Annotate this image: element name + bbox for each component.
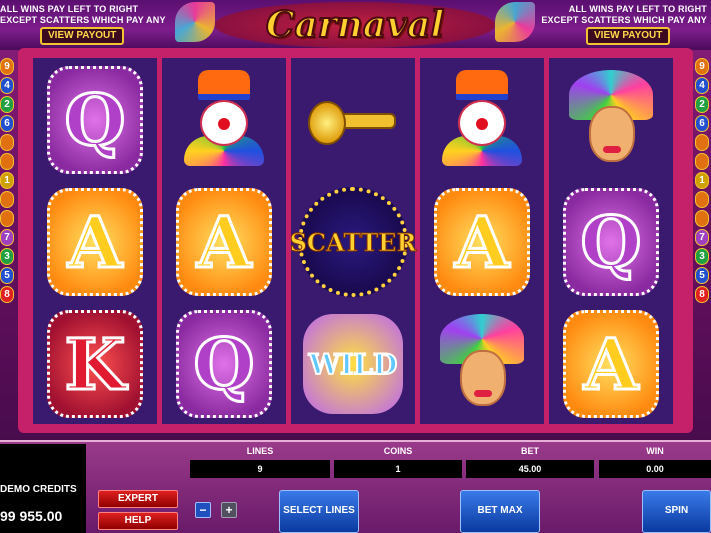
clown-icon <box>176 70 272 170</box>
pay-rules-right: ALL WINS PAY LEFT TO RIGHT EXCEPT SCATTE… <box>541 4 707 26</box>
reel-3: SCATTER WILD <box>289 58 417 424</box>
pay-rules-left-line1: ALL WINS PAY LEFT TO RIGHT <box>0 4 139 14</box>
feather-decoration-left <box>175 2 215 42</box>
symbol-q: Q <box>553 184 669 300</box>
symbol-a: A <box>424 184 540 300</box>
bet-value: 45.00 <box>466 460 594 478</box>
line-indicator-left-10[interactable]: 7 <box>0 229 14 246</box>
trumpet-icon <box>308 85 398 155</box>
expert-button[interactable]: EXPERT <box>98 490 178 508</box>
symbol-letter-k: K <box>47 310 143 418</box>
line-indicator-right-10[interactable]: 7 <box>695 229 709 246</box>
symbol-scatter: SCATTER <box>289 184 417 300</box>
decrease-coins-button[interactable]: − <box>195 502 211 518</box>
symbol-letter-a: A <box>563 310 659 418</box>
symbol-trumpet <box>295 62 411 178</box>
line-indicators-right: 9 4 2 6 1 7 3 5 8 <box>695 58 711 423</box>
line-indicator-left-11[interactable]: 3 <box>0 248 14 265</box>
symbol-letter-a: A <box>434 188 530 296</box>
line-indicator-left-7[interactable]: 1 <box>0 172 14 189</box>
carnival-dancer-icon <box>563 70 659 170</box>
bet-label: BET <box>521 446 539 456</box>
symbol-wild: WILD <box>295 306 411 422</box>
lines-value: 9 <box>190 460 330 478</box>
reel-5: QA <box>549 58 673 424</box>
win-label: WIN <box>646 446 664 456</box>
increase-coins-button[interactable]: + <box>221 502 237 518</box>
line-indicator-right-8[interactable] <box>695 191 709 208</box>
symbol-letter-q: Q <box>47 66 143 174</box>
symbol-q: Q <box>166 306 282 422</box>
coins-label: COINS <box>383 446 413 456</box>
symbol-clown <box>166 62 282 178</box>
feather-decoration-right <box>495 2 535 42</box>
select-lines-button[interactable]: SELECT LINES <box>279 490 359 533</box>
game-logo-text: Carnaval <box>215 2 495 48</box>
line-indicator-left-13[interactable]: 8 <box>0 286 14 303</box>
line-indicator-right-6[interactable] <box>695 153 709 170</box>
line-indicator-left-5[interactable] <box>0 134 14 151</box>
symbol-dancer <box>424 306 540 422</box>
line-indicator-left-12[interactable]: 5 <box>0 267 14 284</box>
scatter-label: SCATTER <box>289 187 417 297</box>
view-payout-button-left[interactable]: VIEW PAYOUT <box>40 27 125 45</box>
line-indicator-left-3[interactable]: 2 <box>0 96 14 113</box>
pay-rules-left-line2: EXCEPT SCATTERS WHICH PAY ANY <box>0 15 166 25</box>
clown-icon <box>434 70 530 170</box>
reel-2: AQ <box>162 58 286 424</box>
symbol-a: A <box>553 306 669 422</box>
credits-value: 99 955.00 <box>0 508 63 524</box>
symbol-a: A <box>37 184 153 300</box>
symbol-clown <box>424 62 540 178</box>
line-indicator-right-3[interactable]: 2 <box>695 96 709 113</box>
help-button[interactable]: HELP <box>98 512 178 530</box>
slot-game: ALL WINS PAY LEFT TO RIGHT EXCEPT SCATTE… <box>0 0 711 533</box>
line-indicator-left-9[interactable] <box>0 210 14 227</box>
symbol-letter-a: A <box>47 188 143 296</box>
lines-label: LINES <box>246 446 274 456</box>
line-indicator-right-4[interactable]: 6 <box>695 115 709 132</box>
line-indicator-right-7[interactable]: 1 <box>695 172 709 189</box>
line-indicator-left-1[interactable]: 9 <box>0 58 14 75</box>
bet-max-button[interactable]: BET MAX <box>460 490 540 533</box>
symbol-a: A <box>166 184 282 300</box>
symbol-letter-a: A <box>176 188 272 296</box>
line-indicator-right-11[interactable]: 3 <box>695 248 709 265</box>
coins-value: 1 <box>334 460 462 478</box>
line-indicator-right-1[interactable]: 9 <box>695 58 709 75</box>
line-indicator-left-8[interactable] <box>0 191 14 208</box>
symbol-letter-q: Q <box>176 310 272 418</box>
line-indicator-right-12[interactable]: 5 <box>695 267 709 284</box>
win-value: 0.00 <box>599 460 711 478</box>
pay-rules-left: ALL WINS PAY LEFT TO RIGHT EXCEPT SCATTE… <box>0 4 166 26</box>
line-indicator-left-2[interactable]: 4 <box>0 77 14 94</box>
line-indicator-right-2[interactable]: 4 <box>695 77 709 94</box>
line-indicator-left-4[interactable]: 6 <box>0 115 14 132</box>
carnival-dancer-icon <box>434 314 530 414</box>
spin-button[interactable]: SPIN <box>642 490 711 533</box>
line-indicators-left: 9 4 2 6 1 7 3 5 8 <box>0 58 16 423</box>
pay-rules-right-line1: ALL WINS PAY LEFT TO RIGHT <box>568 4 707 14</box>
line-indicator-left-6[interactable] <box>0 153 14 170</box>
line-indicator-right-5[interactable] <box>695 134 709 151</box>
view-payout-button-right[interactable]: VIEW PAYOUT <box>586 27 671 45</box>
symbol-k: K <box>37 306 153 422</box>
credits-label: DEMO CREDITS <box>0 484 77 495</box>
pay-rules-right-line2: EXCEPT SCATTERS WHICH PAY ANY <box>541 15 707 25</box>
logo: Carnaval <box>175 0 535 55</box>
line-indicator-right-9[interactable] <box>695 210 709 227</box>
line-indicator-right-13[interactable]: 8 <box>695 286 709 303</box>
wild-label: WILD <box>303 314 403 414</box>
symbol-dancer <box>553 62 669 178</box>
reel-4: A <box>420 58 544 424</box>
symbol-q: Q <box>37 62 153 178</box>
symbol-letter-q: Q <box>563 188 659 296</box>
reel-1: QAK <box>33 58 157 424</box>
